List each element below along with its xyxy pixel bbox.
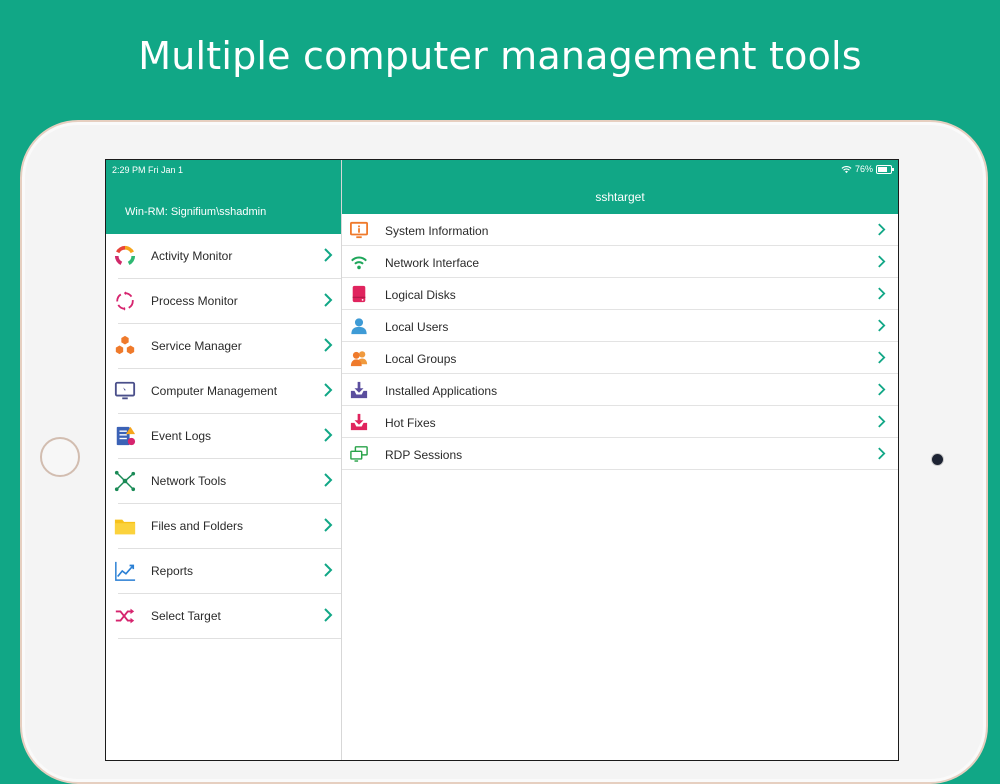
- sidebar-item-activity-monitor[interactable]: Activity Monitor: [106, 234, 341, 279]
- detail-item-label: RDP Sessions: [385, 448, 463, 462]
- detail-item-label: Installed Applications: [385, 384, 498, 398]
- hexagons-icon: [115, 335, 135, 355]
- event-log-icon: [116, 426, 136, 446]
- wifi-icon: [351, 256, 367, 270]
- install-tray-icon: [350, 381, 368, 399]
- chevron-right-icon: [878, 351, 886, 364]
- sidebar-item-event-logs[interactable]: Event Logs: [106, 414, 341, 459]
- headline: Multiple computer management tools: [138, 34, 862, 78]
- row-separator: [342, 469, 898, 470]
- user-icon: [351, 318, 367, 335]
- detail-item-label: Hot Fixes: [385, 416, 436, 430]
- detail-item-label: Local Groups: [385, 352, 457, 366]
- sidebar-item-label: Event Logs: [151, 429, 212, 443]
- chevron-right-icon: [324, 248, 333, 262]
- chevron-right-icon: [878, 287, 886, 300]
- sidebar-item-label: Network Tools: [151, 474, 227, 488]
- chevron-right-icon: [324, 518, 333, 532]
- chevron-right-icon: [324, 428, 333, 442]
- folder-icon: [114, 519, 136, 535]
- detail-item-system-information[interactable]: System Information: [342, 214, 898, 246]
- chevron-right-icon: [878, 223, 886, 236]
- chevron-right-icon: [324, 473, 333, 487]
- detail-item-hot-fixes[interactable]: Hot Fixes: [342, 406, 898, 438]
- chevron-right-icon: [878, 447, 886, 460]
- row-separator: [118, 638, 341, 639]
- sidebar-item-label: Computer Management: [151, 384, 278, 398]
- ipad-screen: Win-RM: Signifium\sshadmin sshtarget 2:2…: [106, 160, 898, 760]
- chevron-right-icon: [324, 563, 333, 577]
- sidebar-item-files-and-folders[interactable]: Files and Folders: [106, 504, 341, 549]
- network-nodes-icon: [114, 470, 136, 492]
- detail-item-rdp-sessions[interactable]: RDP Sessions: [342, 438, 898, 470]
- detail-item-label: Network Interface: [385, 256, 480, 270]
- remote-desktop-icon: [350, 446, 368, 462]
- chevron-right-icon: [878, 415, 886, 428]
- sidebar-item-label: Select Target: [151, 609, 221, 623]
- sidebar-item-service-manager[interactable]: Service Manager: [106, 324, 341, 369]
- users-icon: [350, 351, 368, 367]
- detail-item-network-interface[interactable]: Network Interface: [342, 246, 898, 278]
- detail-item-label: Local Users: [385, 320, 449, 334]
- detail-item-local-groups[interactable]: Local Groups: [342, 342, 898, 374]
- camera-dot: [932, 454, 943, 465]
- line-chart-icon: [115, 561, 136, 581]
- chevron-right-icon: [878, 383, 886, 396]
- process-cycle-icon: [116, 291, 134, 311]
- sidebar-item-network-tools[interactable]: Network Tools: [106, 459, 341, 504]
- activity-ring-icon: [114, 245, 136, 265]
- chevron-right-icon: [324, 338, 333, 352]
- battery-icon: [876, 164, 894, 174]
- chevron-right-icon: [878, 319, 886, 332]
- connection-label: Win-RM: Signifium\sshadmin: [125, 206, 267, 218]
- home-button: [40, 437, 80, 477]
- info-monitor-icon: [350, 221, 368, 239]
- detail-item-logical-disks[interactable]: Logical Disks: [342, 278, 898, 310]
- sidebar-item-computer-management[interactable]: Computer Management: [106, 369, 341, 414]
- sidebar-item-label: Reports: [151, 564, 194, 578]
- detail-item-installed-applications[interactable]: Installed Applications: [342, 374, 898, 406]
- chevron-right-icon: [324, 383, 333, 397]
- detail-item-local-users[interactable]: Local Users: [342, 310, 898, 342]
- status-bar: 2:29 PM Fri Jan 1 76%: [106, 160, 898, 180]
- hotfix-tray-icon: [350, 413, 368, 431]
- sidebar-item-label: Process Monitor: [151, 294, 238, 308]
- shuffle-icon: [115, 608, 135, 624]
- battery-percent: 76%: [854, 164, 873, 174]
- sidebar-item-process-monitor[interactable]: Process Monitor: [106, 279, 341, 324]
- sidebar-item-select-target[interactable]: Select Target: [106, 594, 341, 639]
- sidebar-item-label: Activity Monitor: [151, 249, 233, 263]
- target-title: sshtarget: [595, 190, 645, 204]
- wifi-status-icon: [841, 165, 852, 173]
- chevron-right-icon: [878, 255, 886, 268]
- detail-item-label: System Information: [385, 224, 489, 238]
- sidebar-item-label: Service Manager: [151, 339, 242, 353]
- detail-item-label: Logical Disks: [385, 288, 456, 302]
- sidebar-item-label: Files and Folders: [151, 519, 244, 533]
- chevron-right-icon: [324, 608, 333, 622]
- sidebar-list: Activity Monitor Process Monitor Service…: [106, 234, 341, 639]
- chevron-right-icon: [324, 293, 333, 307]
- sidebar-item-reports[interactable]: Reports: [106, 549, 341, 594]
- status-right: 76%: [841, 164, 894, 174]
- status-time: 2:29 PM Fri Jan 1: [112, 165, 184, 175]
- monitor-icon: [114, 381, 136, 400]
- detail-list: System Information Network Interface Log…: [342, 214, 898, 470]
- disk-icon: [352, 285, 366, 303]
